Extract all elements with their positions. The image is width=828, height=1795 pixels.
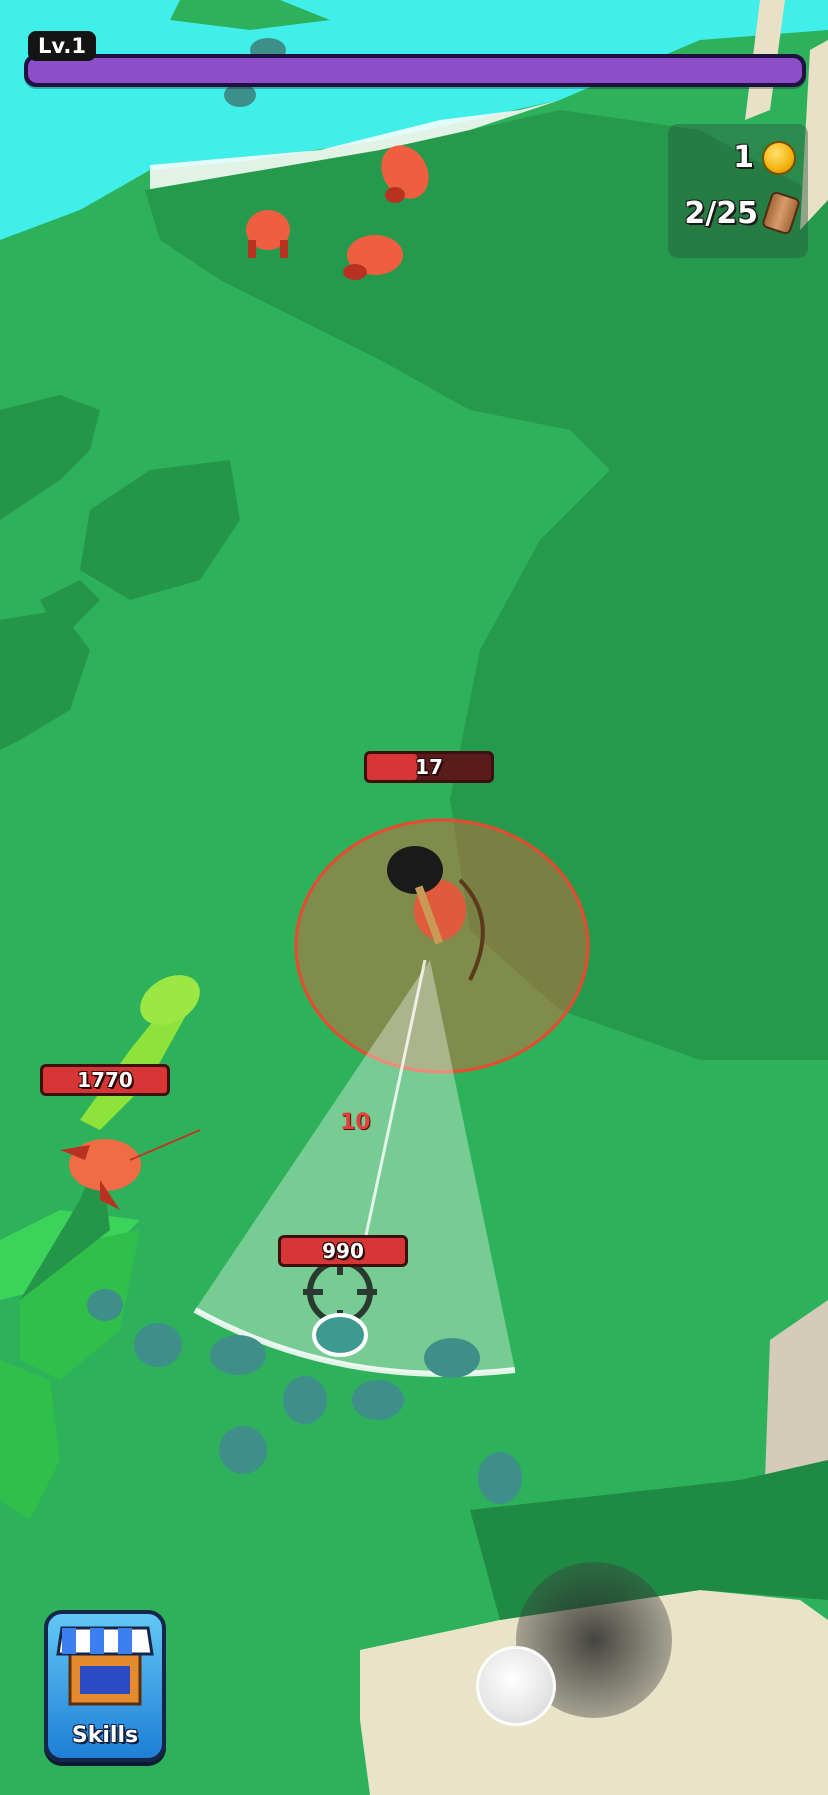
coin-count: 1	[733, 140, 754, 175]
wood-log-icon	[760, 190, 802, 236]
game-scene[interactable]: Lv.1 1 2/25 17 1770 990 10 Skills	[0, 0, 828, 1795]
target-enemy-health-value: 990	[322, 1239, 364, 1263]
resource-panel: 1 2/25	[668, 124, 808, 258]
player-health-value: 17	[415, 755, 443, 779]
target-enemy-health-bar: 990	[278, 1235, 408, 1267]
level-badge: Lv.1	[28, 31, 96, 61]
coin-counter: 1	[733, 140, 796, 175]
player-health-bar: 17	[364, 751, 494, 783]
enemy-health-value: 1770	[77, 1068, 133, 1092]
wood-counter: 2/25	[684, 190, 802, 236]
level-progress-fill	[28, 58, 802, 83]
skills-button[interactable]: Skills	[44, 1610, 166, 1762]
shop-stall-icon	[56, 1626, 154, 1706]
game-world	[0, 0, 828, 1795]
joystick-knob[interactable]	[476, 1646, 556, 1726]
level-progress-bar	[24, 54, 806, 87]
gold-coin-icon	[762, 140, 796, 175]
damage-popup: 10	[340, 1110, 371, 1135]
wood-count: 2/25	[684, 195, 758, 231]
skills-label: Skills	[71, 1723, 139, 1748]
enemy-health-bar: 1770	[40, 1064, 170, 1096]
